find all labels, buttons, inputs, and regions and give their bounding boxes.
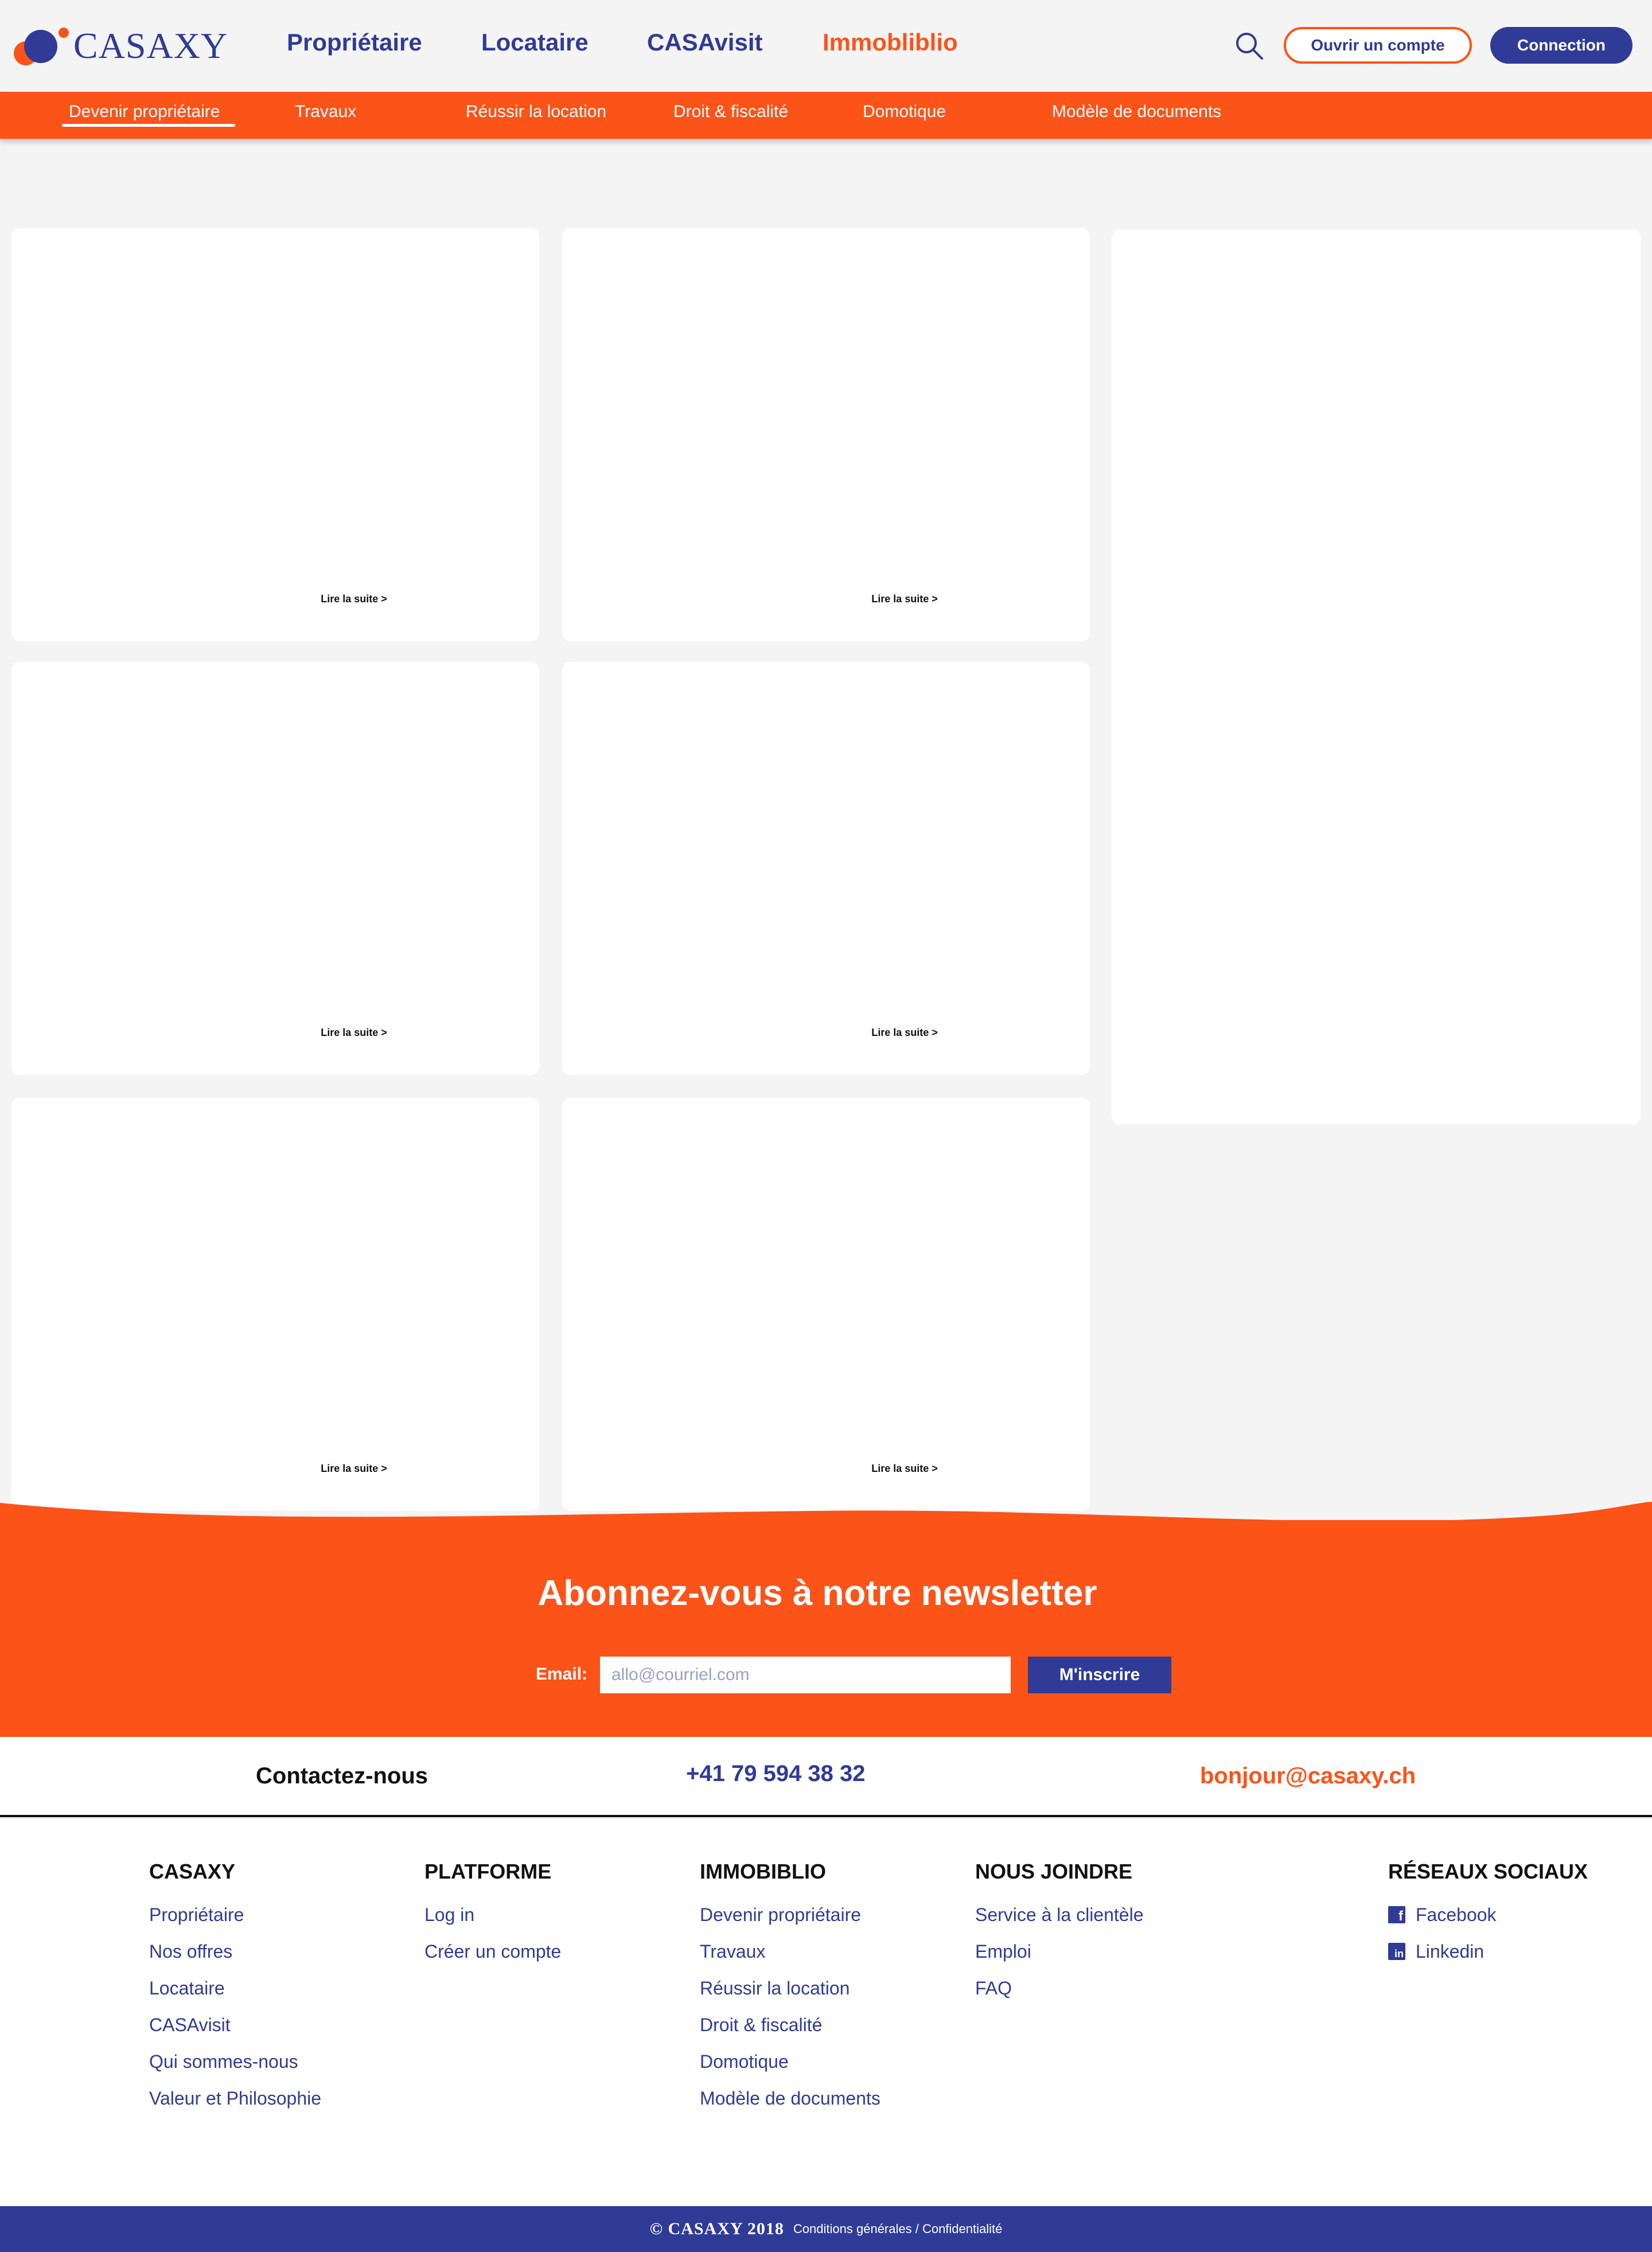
- read-more-link[interactable]: Lire la suite >: [11, 1463, 539, 1475]
- subnav-domotique[interactable]: Domotique: [863, 102, 946, 122]
- logo-mark-icon: [14, 24, 69, 68]
- footer-link[interactable]: Travaux: [700, 1933, 880, 1970]
- site-footer: CASAXY Propriétaire Nos offres Locataire…: [0, 1819, 1652, 2206]
- contact-bar: Contactez-nous +41 79 594 38 32 bonjour@…: [0, 1737, 1652, 1817]
- article-card[interactable]: Lire la suite >: [11, 1098, 539, 1511]
- facebook-icon: f: [1388, 1906, 1405, 1923]
- subnav-modele-documents[interactable]: Modèle de documents: [1052, 102, 1221, 122]
- active-tab-indicator: [62, 124, 235, 127]
- footer-link-facebook[interactable]: f Facebook: [1388, 1896, 1588, 1933]
- article-card[interactable]: Lire la suite >: [562, 1098, 1090, 1511]
- article-card[interactable]: Lire la suite >: [562, 662, 1090, 1075]
- subnav-reussir-location[interactable]: Réussir la location: [466, 102, 606, 122]
- footer-link[interactable]: Domotique: [700, 2043, 880, 2080]
- footer-link-linkedin[interactable]: in Linkedin: [1388, 1933, 1588, 1970]
- article-card[interactable]: Lire la suite >: [11, 662, 539, 1075]
- footer-link[interactable]: Créer un compte: [424, 1933, 561, 1970]
- footer-link[interactable]: CASAvisit: [149, 2006, 321, 2043]
- read-more-link[interactable]: Lire la suite >: [562, 1463, 1090, 1475]
- article-card[interactable]: Lire la suite >: [11, 228, 539, 641]
- subnav-travaux[interactable]: Travaux: [295, 102, 356, 122]
- copyright-bar: © CASAXY 2018 Conditions générales / Con…: [0, 2206, 1652, 2252]
- nav-proprietaire[interactable]: Propriétaire: [287, 29, 422, 56]
- contact-email[interactable]: bonjour@casaxy.ch: [1200, 1763, 1416, 1789]
- footer-link[interactable]: Log in: [424, 1896, 561, 1933]
- search-icon[interactable]: [1234, 31, 1264, 61]
- footer-link[interactable]: Valeur et Philosophie: [149, 2080, 321, 2117]
- footer-column-reseaux-sociaux: RÉSEAUX SOCIAUX f Facebook in Linkedin: [1388, 1860, 1588, 1970]
- footer-link[interactable]: Propriétaire: [149, 1896, 321, 1933]
- email-label: Email:: [536, 1665, 588, 1684]
- sub-nav: Devenir propriétaire Travaux Réussir la …: [0, 92, 1652, 139]
- nav-immobliblio[interactable]: Immobliblio: [823, 29, 958, 56]
- footer-link[interactable]: Devenir propriétaire: [700, 1896, 880, 1933]
- footer-heading: RÉSEAUX SOCIAUX: [1388, 1860, 1588, 1883]
- site-header: CASAXY Propriétaire Locataire CASAvisit …: [0, 0, 1652, 92]
- footer-link[interactable]: Droit & fiscalité: [700, 2006, 880, 2043]
- read-more-link[interactable]: Lire la suite >: [11, 1027, 539, 1039]
- subnav-droit-fiscalite[interactable]: Droit & fiscalité: [673, 102, 788, 122]
- footer-link[interactable]: Service à la clientèle: [975, 1896, 1143, 1933]
- footer-link[interactable]: Locataire: [149, 1970, 321, 2006]
- footer-link-label: Facebook: [1416, 1904, 1497, 1925]
- casaxy-logo[interactable]: CASAXY: [14, 24, 228, 68]
- article-card[interactable]: Lire la suite >: [562, 228, 1090, 641]
- nav-locataire[interactable]: Locataire: [481, 29, 589, 56]
- footer-link[interactable]: Qui sommes-nous: [149, 2043, 321, 2080]
- copyright-text: © CASAXY 2018: [649, 2219, 784, 2238]
- read-more-link[interactable]: Lire la suite >: [562, 593, 1090, 605]
- newsletter-email-input[interactable]: [600, 1657, 1011, 1693]
- footer-column-nous-joindre: NOUS JOINDRE Service à la clientèle Empl…: [975, 1860, 1143, 2006]
- footer-link[interactable]: Modèle de documents: [700, 2080, 880, 2117]
- linkedin-icon: in: [1388, 1943, 1405, 1960]
- newsletter-section: Abonnez-vous à notre newsletter Email: M…: [0, 1520, 1652, 1737]
- footer-link[interactable]: Réussir la location: [700, 1970, 880, 2006]
- subscribe-button[interactable]: M'inscrire: [1028, 1657, 1171, 1693]
- footer-heading: NOUS JOINDRE: [975, 1860, 1133, 1883]
- footer-link[interactable]: Nos offres: [149, 1933, 321, 1970]
- footer-column-immobiblio: IMMOBIBLIO Devenir propriétaire Travaux …: [700, 1860, 880, 2117]
- sidebar-panel: [1112, 229, 1641, 1124]
- footer-column-casaxy: CASAXY Propriétaire Nos offres Locataire…: [149, 1860, 321, 2117]
- newsletter-title: Abonnez-vous à notre newsletter: [537, 1573, 1097, 1613]
- read-more-link[interactable]: Lire la suite >: [562, 1027, 1090, 1039]
- footer-heading: CASAXY: [149, 1860, 236, 1883]
- footer-link[interactable]: Emploi: [975, 1933, 1143, 1970]
- footer-heading: PLATFORME: [424, 1860, 552, 1883]
- legal-links[interactable]: Conditions générales / Confidentialité: [793, 2222, 1002, 2237]
- logo-text: CASAXY: [73, 25, 228, 66]
- footer-link-label: Linkedin: [1416, 1941, 1485, 1962]
- footer-link[interactable]: FAQ: [975, 1970, 1143, 2006]
- subnav-devenir-proprietaire[interactable]: Devenir propriétaire: [69, 102, 220, 122]
- open-account-button[interactable]: Ouvrir un compte: [1284, 27, 1472, 64]
- footer-heading: IMMOBIBLIO: [700, 1860, 826, 1883]
- nav-casavisit[interactable]: CASAvisit: [647, 29, 763, 56]
- login-button[interactable]: Connection: [1490, 27, 1632, 64]
- contact-phone[interactable]: +41 79 594 38 32: [686, 1761, 866, 1787]
- contact-label: Contactez-nous: [256, 1763, 428, 1789]
- read-more-link[interactable]: Lire la suite >: [11, 593, 539, 605]
- footer-column-platforme: PLATFORME Log in Créer un compte: [424, 1860, 561, 1970]
